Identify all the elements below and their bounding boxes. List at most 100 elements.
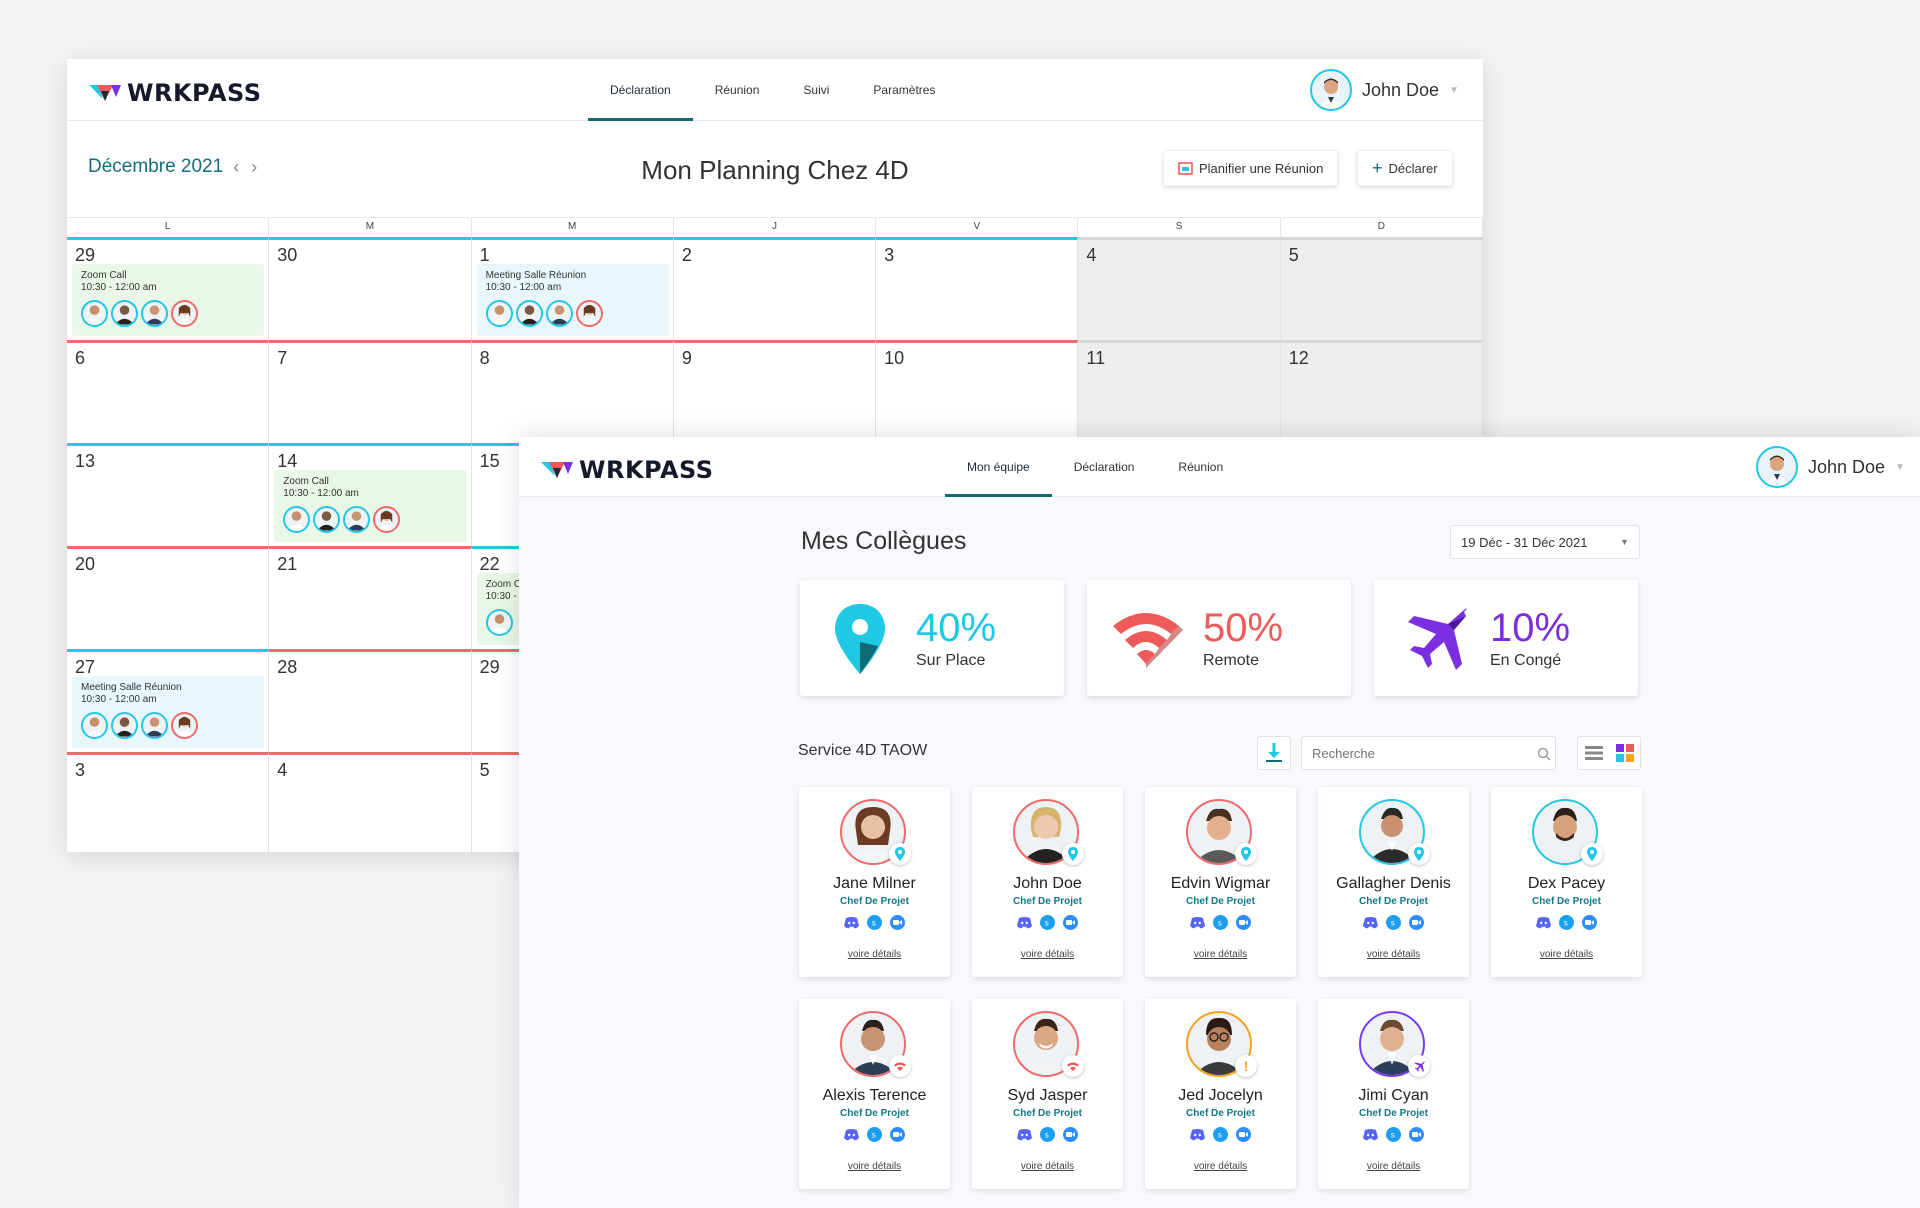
user-menu[interactable]: John Doe ▼ [1756,446,1905,488]
colleague-card[interactable]: Gallagher Denis Chef De Projet s voire d… [1318,787,1469,977]
details-link[interactable]: voire détails [1491,949,1642,960]
details-link[interactable]: voire détails [1318,949,1469,960]
day-cell[interactable]: 20 [67,546,270,649]
calendar-event[interactable]: Zoom Call 10:30 - 12:00 am [274,470,467,542]
discord-icon[interactable] [1363,915,1378,930]
day-cell[interactable]: 6 [67,340,270,443]
details-link[interactable]: voire détails [972,949,1123,960]
day-cell[interactable]: 2 [673,237,877,340]
skype-icon[interactable]: s [1559,915,1574,930]
video-call-icon[interactable] [1582,915,1597,930]
colleague-card[interactable]: Dex Pacey Chef De Projet s voire détails [1491,787,1642,977]
discord-icon[interactable] [1190,1127,1205,1142]
skype-icon[interactable]: s [1386,1127,1401,1142]
day-cell[interactable]: 30 [269,237,472,340]
search-icon[interactable] [1537,747,1551,761]
day-cell[interactable]: 27 Meeting Salle Réunion 10:30 - 12:00 a… [67,649,270,752]
skype-icon[interactable]: s [1213,1127,1228,1142]
day-number: 28 [277,657,298,677]
tab-reunion[interactable]: Réunion [1156,437,1245,497]
day-cell[interactable]: 3 [67,752,270,852]
day-cell[interactable]: 28 [269,649,472,752]
colleague-card[interactable]: ! Jed Jocelyn Chef De Projet s voire dét… [1145,999,1296,1189]
logo[interactable]: WRKPASS [89,79,262,107]
tab-parametres[interactable]: Paramètres [851,59,957,121]
day-cell[interactable]: 11 [1078,340,1281,443]
colleague-card[interactable]: Alexis Terence Chef De Projet s voire dé… [799,999,950,1189]
discord-icon[interactable] [844,1127,859,1142]
discord-icon[interactable] [1363,1127,1378,1142]
details-link[interactable]: voire détails [1145,949,1296,960]
calendar-event[interactable]: Zoom Call 10:30 - 12:00 am [72,264,265,336]
skype-icon[interactable]: s [1213,915,1228,930]
day-number: 10 [884,348,905,368]
day-cell[interactable]: 4 [269,752,472,852]
day-cell[interactable]: 5 [1280,237,1483,340]
declare-button[interactable]: + Déclarer [1357,150,1453,186]
video-call-icon[interactable] [890,915,905,930]
video-call-icon[interactable] [1409,1127,1424,1142]
video-call-icon[interactable] [1063,1127,1078,1142]
colleague-role: Chef De Projet [1532,896,1601,907]
details-link[interactable]: voire détails [799,1161,950,1172]
video-call-icon[interactable] [1236,915,1251,930]
video-call-icon[interactable] [1409,915,1424,930]
discord-icon[interactable] [1017,915,1032,930]
day-cell[interactable]: 4 [1078,237,1281,340]
user-menu[interactable]: John Doe ▼ [1310,69,1459,111]
details-link[interactable]: voire détails [972,1161,1123,1172]
brand-name: WRKPASS [127,79,262,107]
video-call-icon[interactable] [890,1127,905,1142]
grid-view-button[interactable] [1609,737,1640,769]
skype-icon[interactable]: s [1040,915,1055,930]
day-cell[interactable]: 10 [876,340,1079,443]
discord-icon[interactable] [1190,915,1205,930]
day-cell[interactable]: 13 [67,443,270,546]
colleague-role: Chef De Projet [1186,1108,1255,1119]
colleague-card[interactable]: Jimi Cyan Chef De Projet s voire détails [1318,999,1469,1189]
calendar-event[interactable]: Meeting Salle Réunion 10:30 - 12:00 am [476,264,669,336]
search-input[interactable] [1301,736,1556,770]
day-cell[interactable]: 7 [269,340,472,443]
colleague-role: Chef De Projet [840,896,909,907]
colleague-card[interactable]: Edvin Wigmar Chef De Projet s voire déta… [1145,787,1296,977]
tab-reunion[interactable]: Réunion [693,59,782,121]
skype-icon[interactable]: s [1040,1127,1055,1142]
details-link[interactable]: voire détails [1145,1161,1296,1172]
discord-icon[interactable] [844,915,859,930]
tab-suivi[interactable]: Suivi [781,59,851,121]
day-cell[interactable]: 14 Zoom Call 10:30 - 12:00 am [269,443,472,546]
details-link[interactable]: voire détails [1318,1161,1469,1172]
day-number: 4 [277,760,288,780]
download-button[interactable] [1257,736,1291,770]
details-link[interactable]: voire détails [799,949,950,960]
logo[interactable]: WRKPASS [541,456,714,484]
date-range-select[interactable]: 19 Déc - 31 Déc 2021 ▼ [1450,525,1640,559]
video-call-icon[interactable] [1236,1127,1251,1142]
list-view-button[interactable] [1578,737,1609,769]
skype-icon[interactable]: s [867,1127,882,1142]
calendar-week: 6 7 8 9 10 11 12 [67,340,1483,443]
colleague-card[interactable]: Syd Jasper Chef De Projet s voire détail… [972,999,1123,1189]
discord-icon[interactable] [1536,915,1551,930]
day-cell[interactable]: 1 Meeting Salle Réunion 10:30 - 12:00 am [471,237,674,340]
discord-icon[interactable] [1017,1127,1032,1142]
day-cell[interactable]: 8 [471,340,674,443]
calendar-event[interactable]: Meeting Salle Réunion 10:30 - 12:00 am [72,676,265,748]
team-topbar: WRKPASS Mon équipe Déclaration Réunion J… [519,437,1920,497]
tab-declaration[interactable]: Déclaration [588,59,693,121]
day-cell[interactable]: 29 Zoom Call 10:30 - 12:00 am [67,237,270,340]
day-cell[interactable]: 12 [1280,340,1483,443]
plan-meeting-button[interactable]: Planifier une Réunion [1163,150,1339,186]
day-cell[interactable]: 3 [876,237,1079,340]
tab-mon-equipe[interactable]: Mon équipe [945,437,1052,497]
skype-icon[interactable]: s [1386,915,1401,930]
brand-name: WRKPASS [579,456,714,484]
skype-icon[interactable]: s [867,915,882,930]
tab-declaration[interactable]: Déclaration [1052,437,1157,497]
colleague-card[interactable]: Jane Milner Chef De Projet s voire détai… [799,787,950,977]
day-cell[interactable]: 9 [673,340,877,443]
video-call-icon[interactable] [1063,915,1078,930]
day-cell[interactable]: 21 [269,546,472,649]
colleague-card[interactable]: John Doe Chef De Projet s voire détails [972,787,1123,977]
